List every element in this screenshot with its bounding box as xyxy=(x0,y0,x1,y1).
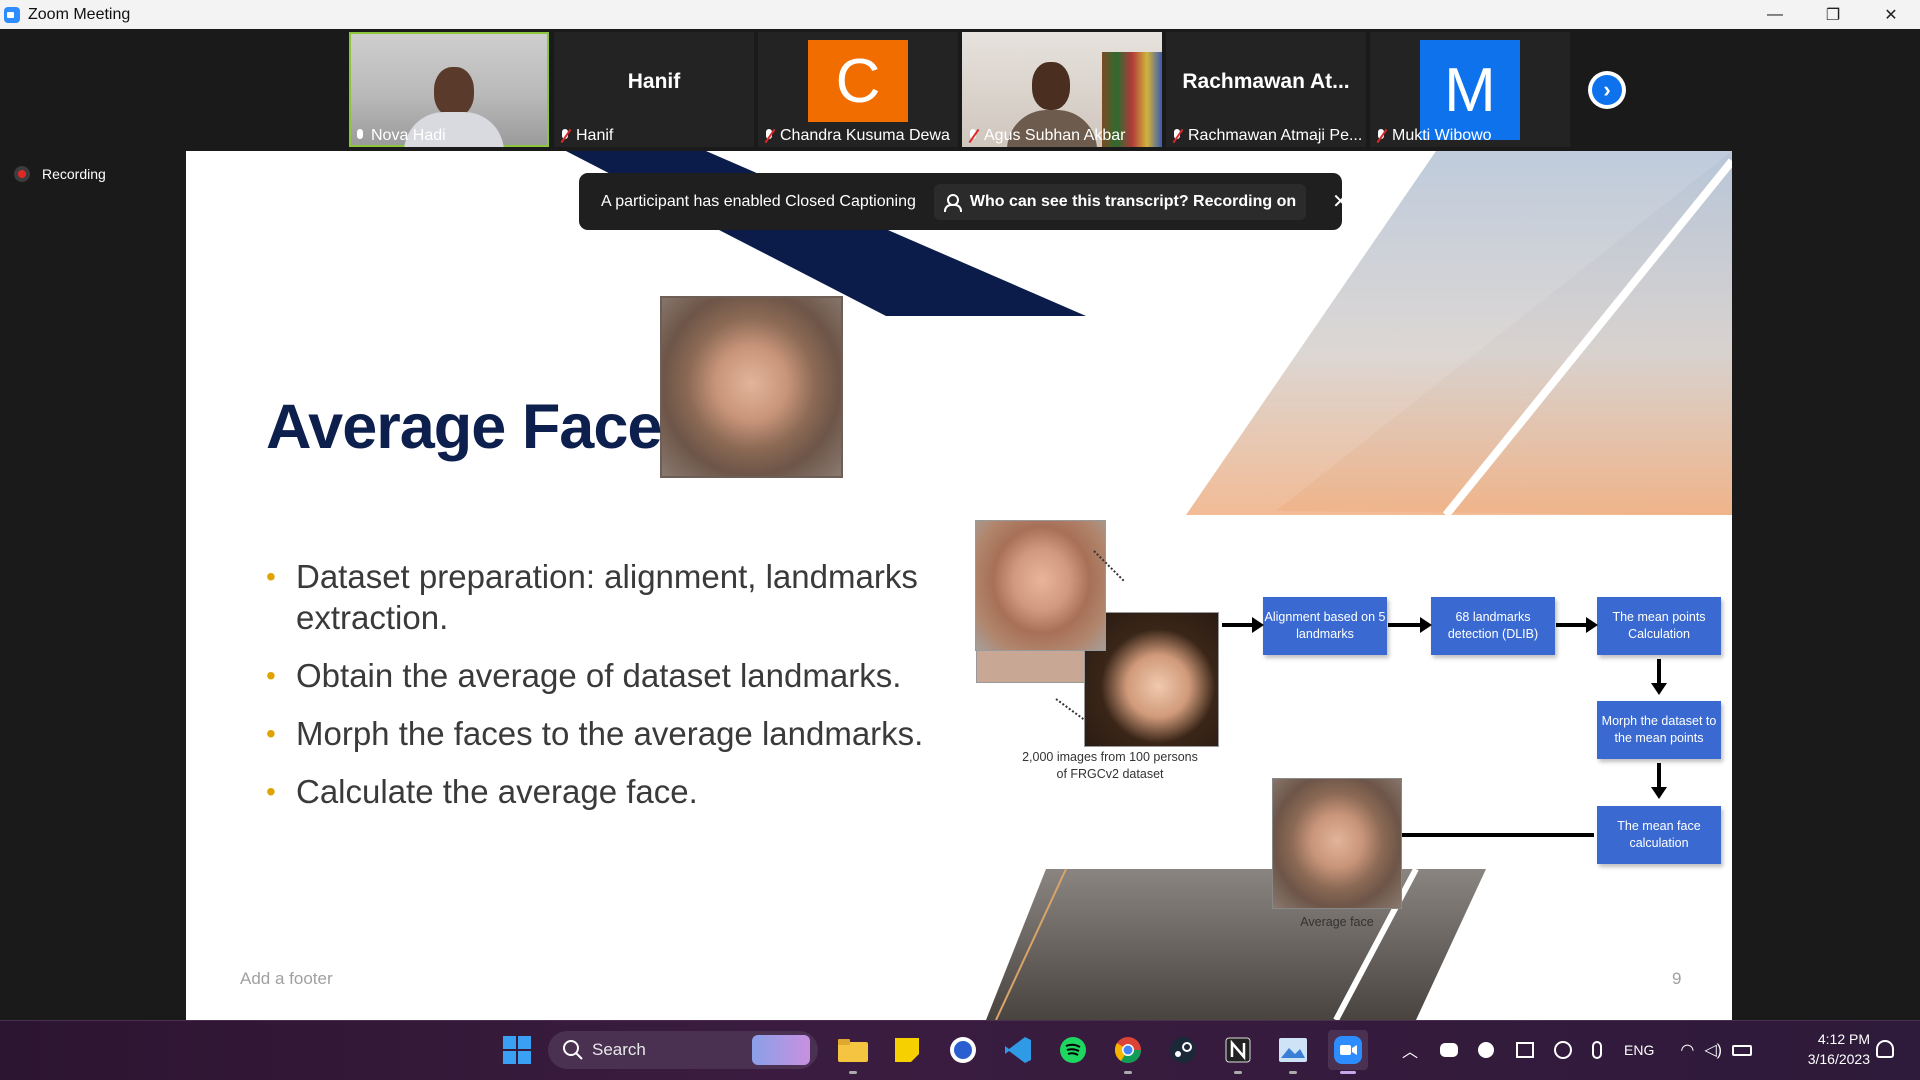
battery-icon[interactable] xyxy=(1731,1044,1752,1056)
recording-indicator[interactable]: Recording xyxy=(14,166,106,182)
sync-icon[interactable] xyxy=(1554,1041,1573,1059)
photos-icon[interactable] xyxy=(1273,1030,1313,1074)
participant-tile-chandra[interactable]: C Chandra Kusuma Dewa xyxy=(758,32,958,147)
average-face-image xyxy=(660,296,843,478)
gallery-next-button[interactable]: › xyxy=(1588,71,1626,109)
participant-name: Hanif xyxy=(576,127,614,144)
search-highlight-icon xyxy=(752,1035,810,1065)
person-icon xyxy=(943,193,962,212)
bullet-item: Obtain the average of dataset landmarks. xyxy=(266,655,1006,696)
mic-muted-icon xyxy=(966,128,980,144)
zoom-taskbar-icon[interactable] xyxy=(1328,1030,1368,1074)
mic-muted-icon xyxy=(762,128,776,144)
dataset-caption: 2,000 images from 100 persons of FRGCv2 … xyxy=(1022,750,1198,781)
participant-name: Mukti Wibowo xyxy=(1392,127,1492,144)
participant-tile-rachmawan[interactable]: Rachmawan At... Rachmawan Atmaji Pe... xyxy=(1166,32,1366,147)
start-button[interactable] xyxy=(497,1030,537,1070)
taskbar-search[interactable]: Search xyxy=(548,1031,818,1069)
dataset-dotted-lines xyxy=(1055,550,1125,721)
participant-tile-nova-hadi[interactable]: Nova Hadi xyxy=(349,32,549,147)
system-tray: ︿ ENG ◠ ◁) xyxy=(1400,1020,1752,1080)
mic-muted-icon xyxy=(558,128,572,144)
bullet-item: Calculate the average face. xyxy=(266,771,1006,812)
participant-name: Chandra Kusuma Dewa xyxy=(780,127,950,144)
record-icon xyxy=(14,166,30,182)
clock-date: 3/16/2023 xyxy=(1807,1051,1870,1067)
participant-name: Rachmawan Atmaji Pe... xyxy=(1188,127,1363,144)
taskbar-clock[interactable]: 4:12 PM 3/16/2023 xyxy=(1790,1029,1870,1069)
mic-muted-icon xyxy=(1374,128,1388,144)
banner-message: A participant has enabled Closed Caption… xyxy=(601,192,916,210)
transcript-visibility-button[interactable]: Who can see this transcript? Recording o… xyxy=(933,183,1307,220)
avatar: C xyxy=(808,40,908,122)
vscode-icon[interactable] xyxy=(998,1030,1038,1070)
closed-caption-banner: A participant has enabled Closed Caption… xyxy=(579,173,1349,230)
participant-tile-mukti[interactable]: M Mukti Wibowo xyxy=(1370,32,1570,147)
tablet-icon[interactable] xyxy=(1516,1042,1535,1058)
volume-icon[interactable]: ◁) xyxy=(1704,1040,1722,1060)
sticky-notes-icon[interactable] xyxy=(887,1030,927,1070)
avatar: M xyxy=(1420,40,1520,140)
participant-gallery: Nova Hadi Hanif Hanif C Chandra Kusuma D… xyxy=(0,29,1920,149)
participant-tile-hanif[interactable]: Hanif Hanif xyxy=(554,32,754,147)
bullet-item: Dataset preparation: alignment, landmark… xyxy=(266,556,1006,638)
chevron-up-icon[interactable]: ︿ xyxy=(1402,1038,1418,1062)
mic-muted-icon xyxy=(1170,128,1184,144)
mic-on-icon xyxy=(353,128,367,144)
average-face-caption: Average face xyxy=(1300,915,1374,929)
search-icon xyxy=(563,1040,583,1060)
bullet-item: Morph the faces to the average landmarks… xyxy=(266,713,1006,754)
search-label: Search xyxy=(592,1040,646,1059)
discord-icon[interactable] xyxy=(1440,1043,1459,1057)
recording-label: Recording xyxy=(42,166,106,182)
close-button[interactable]: ✕ xyxy=(1862,0,1920,29)
slide-page-number: 9 xyxy=(1672,969,1682,988)
participant-big-name: Hanif xyxy=(627,70,681,93)
title-bar: Zoom Meeting — ❐ ✕ xyxy=(0,0,1920,29)
participant-big-name: Rachmawan At... xyxy=(1182,70,1350,93)
participant-name: Agus Subhan Akbar xyxy=(984,127,1126,144)
microphone-icon[interactable] xyxy=(1592,1041,1603,1059)
notification-bell-icon[interactable] xyxy=(1876,1040,1894,1058)
average-face-result-image xyxy=(1272,778,1402,909)
app-w-icon[interactable] xyxy=(943,1030,983,1070)
transcript-visibility-label: Who can see this transcript? Recording o… xyxy=(969,192,1297,210)
chrome-icon[interactable] xyxy=(1108,1030,1148,1074)
zoom-app-icon xyxy=(4,6,20,23)
shared-slide: Average Face Dataset preparation: alignm… xyxy=(186,151,1732,1020)
participant-name: Nova Hadi xyxy=(371,127,446,144)
steam-icon[interactable] xyxy=(1163,1030,1203,1070)
minimize-button[interactable]: — xyxy=(1746,0,1804,29)
chevron-right-icon: › xyxy=(1592,75,1622,105)
windows-logo-icon xyxy=(503,1036,531,1064)
restore-button[interactable]: ❐ xyxy=(1804,0,1862,29)
bullet-list: Dataset preparation: alignment, landmark… xyxy=(266,556,1006,829)
clock-time: 4:12 PM xyxy=(1817,1031,1870,1047)
participant-tile-agus[interactable]: Agus Subhan Akbar xyxy=(962,32,1162,147)
file-explorer-icon[interactable] xyxy=(833,1030,873,1074)
window-title: Zoom Meeting xyxy=(28,5,131,23)
slide-footer: Add a footer xyxy=(240,969,333,988)
banner-close-icon[interactable]: ✕ xyxy=(1332,189,1349,214)
wifi-icon[interactable]: ◠ xyxy=(1680,1040,1694,1060)
spotify-icon[interactable] xyxy=(1053,1030,1093,1070)
language-indicator[interactable]: ENG xyxy=(1624,1042,1654,1058)
steam-tray-icon[interactable] xyxy=(1478,1042,1495,1058)
notion-icon[interactable] xyxy=(1218,1030,1258,1074)
slide-title: Average Face xyxy=(266,392,662,462)
